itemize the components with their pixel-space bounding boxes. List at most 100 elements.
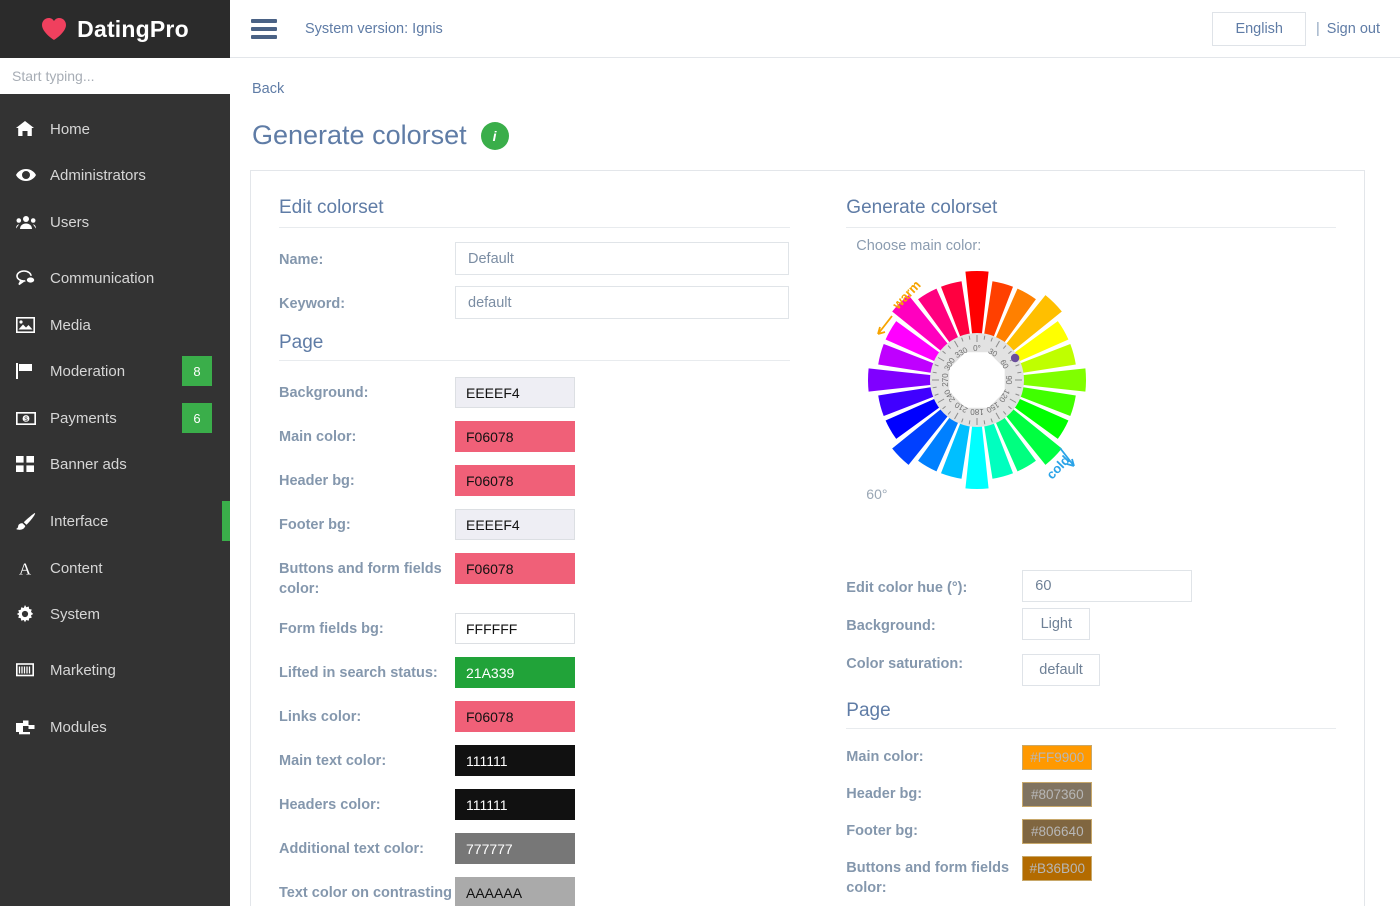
color-field-label: Form fields bg: [279, 621, 384, 637]
color-field-row: Headers color: 111111 [279, 783, 790, 827]
generated-color-field-row: Buttons and form fields color: #B36B00 [846, 850, 1336, 906]
generated-color-label: Footer bg: [846, 823, 918, 839]
choose-main-color-label: Choose main color: [856, 238, 982, 254]
color-wheel-segment[interactable] [868, 368, 932, 392]
generated-color-label: Main color: [846, 749, 924, 765]
keyword-input[interactable] [455, 286, 789, 319]
sidebar-item-label: Banner ads [50, 455, 127, 473]
saturation-label: Color saturation: [846, 656, 964, 672]
brush-icon [16, 512, 46, 530]
info-icon[interactable]: i [480, 121, 509, 150]
color-field-label: Lifted in search status: [279, 665, 438, 681]
color-field-row: Lifted in search status: 21A339 [279, 651, 790, 695]
sidebar-item-label: Content [50, 559, 103, 577]
color-swatch[interactable]: F06078 [455, 421, 575, 452]
generated-color-label: Buttons and form fields color: [846, 860, 1010, 896]
sidebar-item-communication[interactable]: Communication [0, 255, 230, 302]
sidebar-item-media[interactable]: Media [0, 302, 230, 349]
system-version-label: System version: Ignis [305, 20, 443, 37]
dial-tick [1017, 371, 1022, 374]
search-input[interactable] [0, 58, 230, 94]
generated-color-swatch[interactable]: #806640 [1022, 819, 1093, 844]
dial-tick [983, 420, 986, 425]
color-swatch[interactable]: FFFFFF [455, 613, 575, 644]
brand-logo[interactable]: DatingPro [0, 0, 230, 58]
dial-degree-label: 180 [970, 407, 984, 416]
color-wheel[interactable]: 0° 30 60 90 120 150 180 210 240 270 300 330 warm cold… [854, 258, 1104, 508]
color-field-row: Text color on contrasting bg:AAAAAA [279, 871, 790, 906]
sidebar-item-users[interactable]: Users [0, 199, 230, 246]
color-swatch[interactable]: F06078 [455, 465, 575, 496]
generated-color-field-row: Main color: #FF9900 [846, 739, 1336, 776]
background-label: Background: [846, 618, 936, 634]
field-row-name: Name: [279, 238, 790, 282]
heart-icon [41, 17, 67, 41]
color-swatch[interactable]: EEEEF4 [455, 377, 575, 408]
back-link[interactable]: Back [252, 81, 284, 97]
color-field-row: Footer bg: EEEEF4 [279, 503, 790, 547]
sidebar-item-modules[interactable]: Modules [0, 704, 230, 751]
edit-colorset-column: Edit colorset Name: Keyword: Page Backgr… [251, 197, 818, 906]
color-field-row: Additional text color: 777777 [279, 827, 790, 871]
field-row-hue: Edit color hue (°): [846, 570, 1336, 608]
color-wheel-segment[interactable] [965, 425, 989, 489]
color-swatch[interactable]: F06078 [455, 553, 575, 584]
language-select[interactable]: English [1212, 11, 1306, 46]
page-section-title: Page [279, 332, 324, 353]
hue-marker[interactable] [1011, 353, 1020, 363]
background-toggle-button[interactable]: Light [1022, 608, 1091, 640]
sidebar-item-payments[interactable]: $ Payments 6 [0, 395, 230, 442]
color-swatch[interactable]: 777777 [455, 833, 575, 864]
sidebar-nav: Home Administrators Users Communication Medi… [0, 106, 230, 766]
color-swatch[interactable]: 21A339 [455, 657, 575, 688]
sidebar-item-label: Payments [50, 409, 117, 427]
color-wheel-segment[interactable] [1023, 368, 1087, 392]
color-swatch[interactable]: 111111 [455, 745, 575, 776]
color-field-label: Buttons and form fields color: [279, 561, 442, 597]
sidebar-item-home[interactable]: Home [0, 106, 230, 153]
generate-colorset-title: Generate colorset [846, 197, 998, 218]
left-color-fields: Background: EEEEF4 Main color: F06078 Header… [279, 371, 790, 906]
color-swatch[interactable]: EEEEF4 [455, 509, 575, 540]
sign-out-link[interactable]: Sign out [1327, 21, 1380, 37]
keyword-label: Keyword: [279, 296, 346, 312]
brand-name: DatingPro [77, 15, 189, 42]
generated-color-swatch[interactable]: #B36B00 [1022, 856, 1093, 881]
generated-color-swatch[interactable]: #807360 [1022, 782, 1093, 807]
sidebar-item-label: Modules [50, 718, 107, 736]
dial-center [949, 352, 1006, 408]
saturation-button[interactable]: default [1022, 654, 1100, 686]
color-swatch[interactable]: 111111 [455, 789, 575, 820]
sidebar-item-administrators[interactable]: Administrators [0, 152, 230, 199]
field-row-keyword: Keyword: [279, 282, 790, 326]
color-field-label: Header bg: [279, 473, 355, 489]
divider [846, 728, 1336, 729]
color-swatch[interactable]: AAAAAA [455, 877, 575, 906]
colorset-panel: Edit colorset Name: Keyword: Page Backgr… [250, 170, 1365, 906]
image-icon [16, 317, 46, 334]
top-bar: System version: Ignis English | Sign out [230, 0, 1400, 58]
dial-degree-label: 0° [973, 344, 981, 353]
dial-degree-label: 90 [1004, 376, 1013, 385]
generated-color-swatch[interactable]: #FF9900 [1022, 745, 1093, 770]
name-input[interactable] [455, 242, 789, 275]
money-icon: $ [16, 411, 46, 425]
sidebar-item-banner-ads[interactable]: Banner ads [0, 441, 230, 488]
sidebar-item-label: Home [50, 120, 91, 138]
puzzle-icon [16, 719, 46, 735]
sidebar-item-interface[interactable]: Interface [0, 498, 230, 545]
sidebar: DatingPro Home Administrators Users Communi… [0, 0, 230, 906]
color-swatch[interactable]: F06078 [455, 701, 575, 732]
color-wheel-segment[interactable] [965, 271, 989, 335]
sidebar-item-label: Administrators [50, 166, 146, 184]
sidebar-item-marketing[interactable]: Marketing [0, 647, 230, 694]
sidebar-item-moderation[interactable]: Moderation 8 [0, 348, 230, 395]
color-field-label: Main color: [279, 429, 357, 445]
dial-tick [968, 335, 971, 340]
sidebar-item-system[interactable]: System [0, 591, 230, 638]
sidebar-item-content[interactable]: A Content [0, 545, 230, 592]
color-field-label: Headers color: [279, 797, 381, 813]
hue-input[interactable] [1022, 570, 1193, 602]
hamburger-icon[interactable] [251, 18, 277, 39]
divider [279, 227, 791, 228]
